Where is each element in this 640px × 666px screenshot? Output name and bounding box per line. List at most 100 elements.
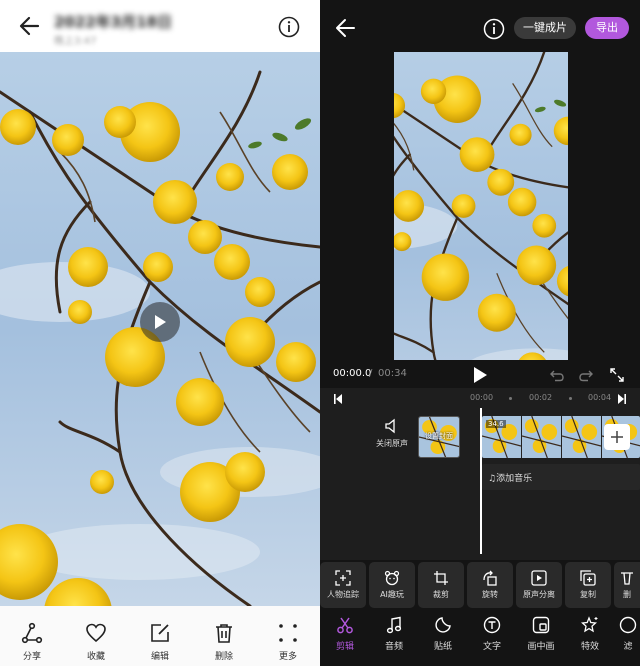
info-icon[interactable]	[483, 18, 505, 40]
more-label: 更多	[278, 652, 297, 662]
redo-icon[interactable]	[578, 367, 594, 383]
ruler-dot	[509, 397, 512, 400]
copy-icon	[580, 570, 596, 586]
share-label: 分享	[22, 652, 41, 662]
tab-filter[interactable]: 滤	[616, 616, 640, 652]
text-icon	[483, 616, 501, 634]
tab-audio[interactable]: 音频	[371, 616, 417, 652]
ruler-dot	[569, 397, 572, 400]
op-label: 人物追踪	[327, 590, 359, 599]
time-separator: /	[369, 368, 373, 379]
share-icon	[21, 622, 43, 644]
play-icon[interactable]	[471, 365, 489, 385]
rotate-icon	[483, 570, 497, 586]
playback-controls: 00:00.0 / 00:34	[320, 362, 640, 388]
tab-label: 滤	[623, 642, 633, 652]
op-label: 旋转	[482, 590, 498, 599]
back-arrow-icon[interactable]	[332, 14, 360, 42]
speaker-icon	[385, 418, 395, 434]
plus-icon	[611, 431, 623, 443]
fullscreen-icon[interactable]	[609, 367, 625, 383]
delete-clip-button[interactable]: 删	[614, 562, 640, 608]
tab-label: 画中画	[527, 642, 555, 652]
timeline-ruler: 00:00 00:02 00:04	[320, 388, 640, 410]
person-track-icon	[335, 570, 351, 586]
timeline: 00:00 00:02 00:04 关闭原声 设置封面 34.6 ♫添加音乐	[320, 388, 640, 560]
editor-tab-bar: 剪辑 音频 贴纸 文字 画中画 特效 滤	[320, 610, 640, 666]
jump-to-start-icon[interactable]	[334, 394, 342, 404]
mute-label: 关闭原声	[376, 439, 408, 448]
ruler-tick: 00:00	[470, 393, 494, 402]
tab-label: 剪辑	[335, 642, 354, 652]
copy-button[interactable]: 复制	[565, 562, 611, 608]
tab-edit[interactable]: 剪辑	[322, 616, 368, 652]
tab-label: 特效	[580, 642, 599, 652]
audio-separation-button[interactable]: 原声分离	[516, 562, 562, 608]
info-icon[interactable]	[278, 16, 300, 38]
music-note-icon	[386, 616, 402, 634]
tab-text[interactable]: 文字	[469, 616, 515, 652]
audio-separate-icon	[531, 570, 547, 586]
clip-duration: 34.6	[486, 420, 506, 428]
op-label: 原声分离	[523, 590, 555, 599]
add-music-label: ♫添加音乐	[488, 474, 533, 484]
share-button[interactable]: 分享	[4, 606, 60, 666]
gallery-toolbar: 分享 收藏 编辑 删除 更多	[0, 606, 320, 666]
one-click-video-button[interactable]: 一键成片	[514, 17, 576, 39]
tab-stickers[interactable]: 贴纸	[420, 616, 466, 652]
add-music-track[interactable]: ♫添加音乐	[482, 464, 640, 490]
more-icon	[279, 624, 297, 642]
scissors-icon	[337, 617, 353, 634]
favorite-button[interactable]: 收藏	[68, 606, 124, 666]
current-time: 00:00.0	[333, 368, 372, 379]
total-time: 00:34	[378, 368, 407, 379]
mute-original-audio-button[interactable]: 关闭原声	[372, 418, 412, 462]
play-icon	[155, 315, 166, 329]
ruler-tick: 00:04	[588, 393, 612, 402]
bear-face-icon	[384, 570, 400, 586]
more-button[interactable]: 更多	[260, 606, 316, 666]
trash-icon	[216, 624, 232, 643]
tab-label: 文字	[482, 642, 501, 652]
effects-star-icon	[581, 616, 598, 633]
playhead[interactable]	[480, 408, 482, 554]
set-cover-button[interactable]: 设置封面	[418, 416, 460, 458]
crop-icon	[434, 571, 448, 585]
edit-button[interactable]: 编辑	[132, 606, 188, 666]
gallery-header: 2022年3月18日 晚上3:47	[0, 0, 320, 52]
tab-label: 音频	[384, 642, 403, 652]
play-video-button[interactable]	[140, 302, 180, 342]
delete-button[interactable]: 删除	[196, 606, 252, 666]
tab-picture-in-picture[interactable]: 画中画	[518, 616, 564, 652]
filter-icon	[619, 616, 637, 634]
back-arrow-icon[interactable]	[14, 12, 46, 40]
edit-icon	[151, 624, 169, 642]
video-editor-panel: 一键成片 导出 00:00.0 / 00:34 00:00 00:02 00:0…	[320, 0, 640, 666]
clip-frame	[562, 416, 602, 458]
gallery-panel: 2022年3月18日 晚上3:47 分享 收藏 编辑 删除 更多	[0, 0, 320, 666]
person-tracking-button[interactable]: 人物追踪	[320, 562, 366, 608]
op-label: AI趣玩	[380, 590, 404, 599]
undo-icon[interactable]	[549, 367, 565, 383]
edit-label: 编辑	[150, 652, 169, 662]
delete-label: 删除	[214, 652, 233, 662]
crop-button[interactable]: 裁剪	[418, 562, 464, 608]
cover-label: 设置封面	[425, 432, 453, 440]
delete-icon	[621, 572, 633, 585]
heart-icon	[86, 623, 106, 643]
edit-operations-row: 人物追踪 AI趣玩 裁剪 旋转 原声分离 复制 删	[320, 560, 640, 610]
rotate-button[interactable]: 旋转	[467, 562, 513, 608]
op-label: 删	[623, 590, 631, 599]
tab-effects[interactable]: 特效	[567, 616, 613, 652]
add-clip-button[interactable]	[604, 424, 630, 450]
export-button[interactable]: 导出	[585, 17, 629, 39]
ruler-tick: 00:02	[529, 393, 553, 402]
ai-fun-button[interactable]: AI趣玩	[369, 562, 415, 608]
tab-label: 贴纸	[433, 642, 452, 652]
editor-preview-image[interactable]	[394, 52, 568, 360]
jump-to-end-icon[interactable]	[618, 394, 626, 404]
photo-time-subtitle: 晚上3:47	[54, 36, 97, 47]
sticker-icon	[435, 617, 451, 633]
photo-date-title: 2022年3月18日	[54, 13, 173, 31]
pip-icon	[532, 616, 550, 634]
